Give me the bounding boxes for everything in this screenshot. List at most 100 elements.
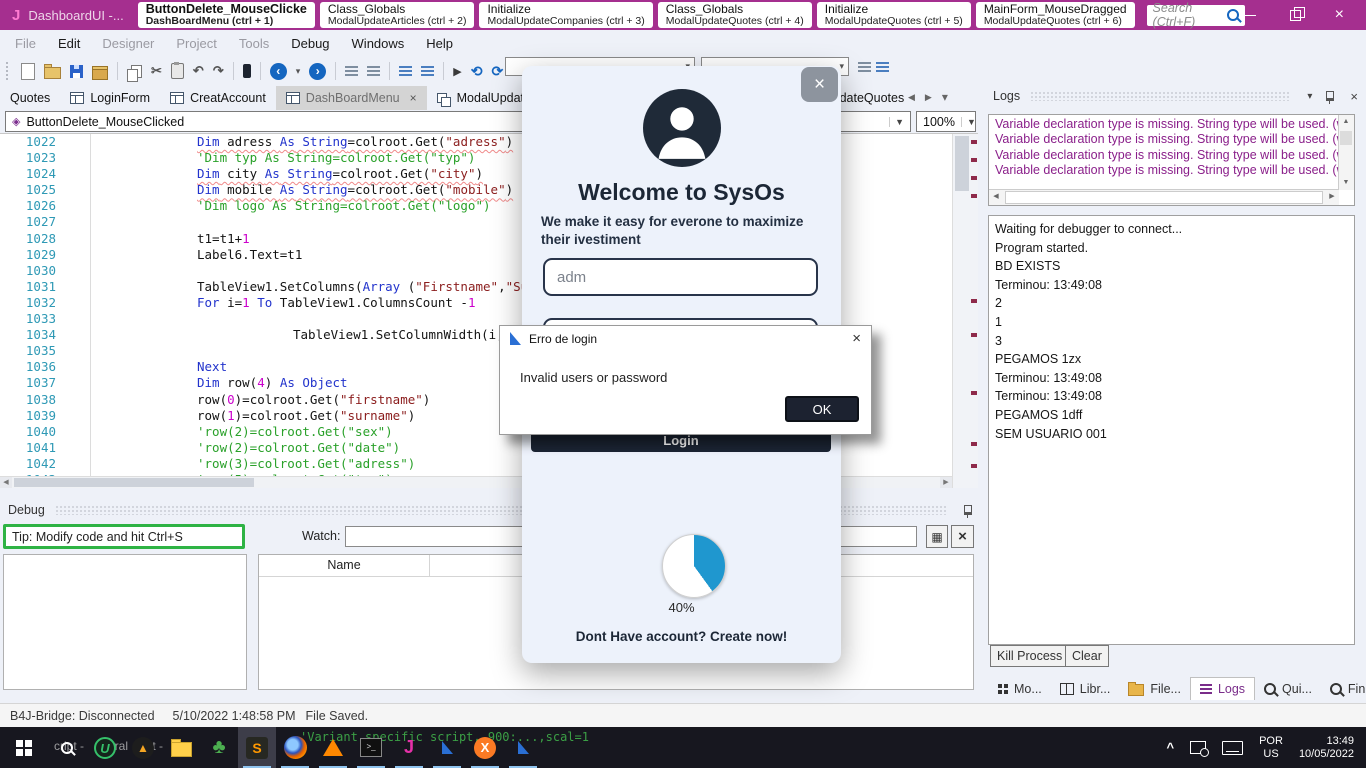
side-tab-libr[interactable]: Libr... — [1051, 678, 1120, 700]
clear-logs-button[interactable]: Clear — [1065, 645, 1109, 667]
copy-icon[interactable] — [131, 65, 142, 78]
close-button[interactable]: × — [1335, 7, 1344, 23]
uncomment-icon[interactable] — [421, 66, 434, 68]
tab-scroll-left-icon[interactable]: ◀ — [908, 92, 915, 103]
indent-icon[interactable] — [345, 66, 358, 68]
side-tab-file[interactable]: File... — [1119, 677, 1190, 700]
evaluate-button[interactable]: ▦ — [926, 525, 948, 548]
outdent-icon[interactable] — [367, 66, 380, 68]
warning-item[interactable]: Variable declaration type is missing. St… — [989, 146, 1354, 162]
menu-item-windows[interactable]: Windows — [341, 36, 416, 51]
menu-item-edit[interactable]: Edit — [47, 36, 91, 51]
side-tab-qui[interactable]: Qui... — [1255, 678, 1321, 700]
tab-scroll-right-icon[interactable]: ▶ — [925, 92, 932, 103]
vlc-icon[interactable] — [314, 727, 352, 768]
dialog-close-button[interactable]: × — [801, 67, 838, 102]
search-input[interactable]: Search (Ctrl+F) — [1147, 5, 1245, 26]
quick-tab[interactable]: Class_GlobalsModalUpdateQuotes (ctrl + 4… — [658, 2, 812, 28]
error-close-icon[interactable]: × — [852, 330, 861, 347]
nav-forward-icon[interactable]: › — [309, 63, 326, 80]
menu-item-tools[interactable]: Tools — [228, 36, 280, 51]
tab-creataccount[interactable]: CreatAccount — [160, 86, 276, 110]
bookmark-icon[interactable] — [243, 64, 251, 78]
create-account-link[interactable]: Dont Have account? Create now! — [522, 629, 841, 644]
username-input[interactable]: adm — [543, 258, 818, 296]
log-output[interactable]: Waiting for debugger to connect...Progra… — [988, 215, 1355, 645]
menu-item-help[interactable]: Help — [415, 36, 464, 51]
b4j-ide-icon[interactable]: J — [390, 727, 428, 768]
menu-item-debug[interactable]: Debug — [280, 36, 340, 51]
menu-item-project[interactable]: Project — [165, 36, 227, 51]
quick-tab[interactable]: ButtonDelete_MouseClickeDashBoardMenu (c… — [138, 2, 315, 28]
vscroll-thumb[interactable] — [1340, 131, 1352, 145]
scroll-left-icon[interactable]: ◀ — [989, 190, 1003, 204]
scroll-up-icon[interactable]: ▲ — [1339, 115, 1353, 129]
tab-menu-icon[interactable]: ▾ — [942, 90, 947, 104]
tab-dashboardmenu[interactable]: DashBoardMenu× — [276, 86, 427, 110]
warning-item[interactable]: Variable declaration type is missing. St… — [989, 115, 1354, 131]
export-zip-icon[interactable] — [92, 69, 108, 80]
warning-item[interactable]: Variable declaration type is missing. St… — [989, 162, 1354, 178]
scroll-down-icon[interactable]: ▼ — [1339, 176, 1353, 190]
ok-button[interactable]: OK — [785, 396, 859, 422]
side-tab-logs[interactable]: Logs — [1190, 677, 1255, 700]
quick-tab[interactable]: Class_GlobalsModalUpdateArticles (ctrl +… — [320, 2, 475, 28]
sublime-icon[interactable]: S — [238, 727, 276, 768]
redo-icon[interactable]: ↷ — [213, 62, 224, 80]
quick-tab[interactable]: InitializeModalUpdateCompanies (ctrl + 3… — [479, 2, 652, 28]
start-button[interactable] — [0, 727, 48, 768]
chevron-down-icon[interactable]: ▾ — [1307, 91, 1312, 102]
editor-vscrollbar[interactable] — [952, 134, 978, 488]
notification-icon[interactable] — [1190, 741, 1206, 754]
cut-icon[interactable]: ✂ — [151, 62, 162, 80]
column-header-name[interactable]: Name — [259, 555, 430, 576]
terminal-icon[interactable]: >_ — [352, 727, 390, 768]
menu-item-file[interactable]: File — [4, 36, 47, 51]
firefox-icon[interactable] — [276, 727, 314, 768]
b4j-app2-icon[interactable] — [504, 727, 542, 768]
nav-back-icon[interactable]: ‹ — [270, 63, 287, 80]
menu-item-designer[interactable]: Designer — [91, 36, 165, 51]
restore-button[interactable] — [1290, 10, 1301, 21]
rapid-debug-icon[interactable]: ⟳ — [491, 63, 503, 80]
warnings-hscrollbar[interactable]: ◀ ▶ — [989, 189, 1339, 205]
xampp-icon[interactable]: X — [466, 727, 504, 768]
warning-item[interactable]: Variable declaration type is missing. St… — [989, 131, 1354, 147]
ultraviewer-icon[interactable]: U — [86, 727, 124, 768]
side-tab-mo[interactable]: Mo... — [989, 678, 1051, 700]
scroll-right-icon[interactable]: ▶ — [1325, 190, 1339, 204]
scroll-left-icon[interactable]: ◀ — [0, 477, 12, 488]
nav-back-dropdown-icon[interactable]: ▾ — [296, 66, 301, 77]
comment-icon[interactable] — [399, 66, 412, 68]
pin-icon[interactable] — [1326, 91, 1334, 101]
debug-restart-icon[interactable]: ⟲ — [471, 63, 483, 80]
keyboard-icon[interactable] — [1222, 741, 1243, 755]
toolbar-extra2-icon[interactable] — [876, 62, 889, 64]
scroll-right-icon[interactable]: ▶ — [940, 477, 952, 488]
b4j-app-icon[interactable] — [428, 727, 466, 768]
vscroll-thumb[interactable] — [955, 136, 969, 191]
quick-tab[interactable]: MainForm_MouseDraggedModalUpdateQuotes (… — [976, 2, 1135, 28]
zoom-combobox[interactable]: 100% ▼ — [916, 111, 976, 132]
toolbar-extra-icon[interactable] — [858, 62, 871, 64]
save-icon[interactable] — [70, 65, 83, 78]
undo-icon[interactable]: ↶ — [193, 62, 204, 80]
open-icon[interactable] — [44, 67, 61, 79]
debug-list[interactable] — [3, 554, 247, 690]
minimize-button[interactable] — [1245, 15, 1256, 16]
aimp-icon[interactable]: ▲ — [124, 727, 162, 768]
hscroll-thumb[interactable] — [14, 478, 254, 487]
new-file-icon[interactable] — [21, 63, 35, 80]
quick-tab[interactable]: InitializeModalUpdateQuotes (ctrl + 5) — [817, 2, 971, 28]
search-icon[interactable] — [1227, 9, 1239, 21]
file-explorer-icon[interactable] — [162, 727, 200, 768]
taskbar-search-icon[interactable] — [48, 727, 86, 768]
warnings-vscrollbar[interactable]: ▲ ▼ — [1338, 115, 1354, 190]
side-tab-fin[interactable]: Fin... — [1321, 678, 1366, 700]
tab-close-icon[interactable]: × — [410, 91, 417, 105]
clover-icon[interactable]: ♣ — [200, 727, 238, 768]
tab-loginform[interactable]: LoginForm — [60, 86, 160, 110]
tab-quotes[interactable]: Quotes — [0, 86, 60, 110]
paste-icon[interactable] — [171, 63, 184, 79]
kill-process-button[interactable]: Kill Process — [990, 645, 1069, 667]
